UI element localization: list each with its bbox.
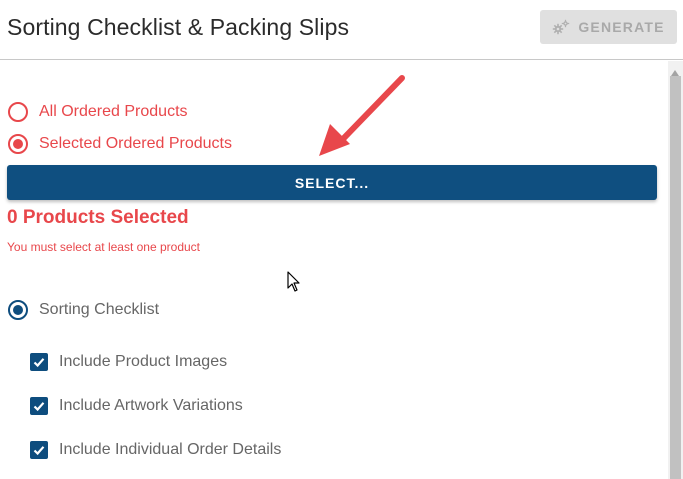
radio-label: Sorting Checklist	[39, 301, 160, 318]
generate-button[interactable]: GENERATE	[540, 10, 677, 44]
radio-button[interactable]	[8, 102, 28, 122]
page-title: Sorting Checklist & Packing Slips	[7, 14, 350, 40]
products-selected-count: 0 Products Selected	[7, 207, 189, 228]
page-header: Sorting Checklist & Packing Slips GENERA…	[0, 0, 683, 60]
radio-selected-ordered-products[interactable]: Selected Ordered Products	[8, 134, 232, 154]
validation-error: You must select at least one product	[7, 240, 201, 254]
generate-button-label: GENERATE	[578, 19, 665, 35]
checkbox-checked-icon[interactable]	[30, 353, 48, 371]
radio-all-ordered-products[interactable]: All Ordered Products	[8, 102, 188, 122]
radio-button[interactable]	[8, 300, 28, 320]
checkbox-include-individual-order-details[interactable]: Include Individual Order Details	[30, 441, 281, 459]
checkbox-label: Include Individual Order Details	[59, 441, 282, 458]
checkbox-label: Include Product Images	[59, 353, 228, 370]
radio-label: Selected Ordered Products	[39, 135, 232, 152]
checkbox-include-artwork-variations[interactable]: Include Artwork Variations	[30, 397, 243, 415]
checkbox-include-product-images[interactable]: Include Product Images	[30, 353, 227, 371]
radio-button[interactable]	[8, 134, 28, 154]
select-products-button[interactable]: SELECT...	[7, 165, 657, 200]
checkbox-checked-icon[interactable]	[30, 441, 48, 459]
scrollbar-thumb[interactable]	[670, 76, 681, 479]
checkbox-checked-icon[interactable]	[30, 397, 48, 415]
mouse-cursor-icon	[287, 271, 300, 292]
gears-icon	[552, 19, 570, 35]
checkbox-label: Include Artwork Variations	[59, 397, 243, 414]
scroll-up-arrow-icon[interactable]	[670, 64, 680, 76]
radio-sorting-checklist[interactable]: Sorting Checklist	[8, 300, 159, 320]
radio-label: All Ordered Products	[39, 103, 188, 120]
